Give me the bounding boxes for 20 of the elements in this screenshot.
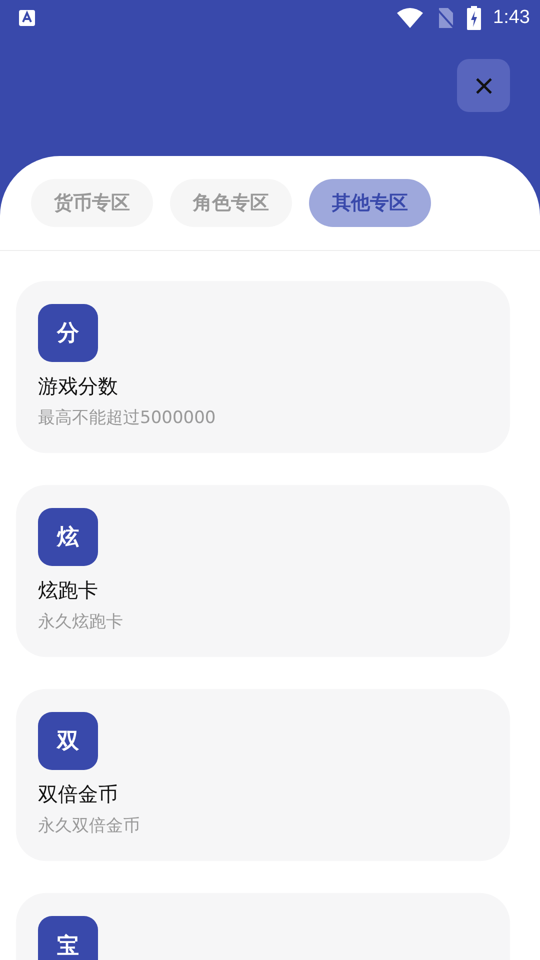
item-icon: 双 [38, 712, 98, 770]
item-icon: 分 [38, 304, 98, 362]
item-title: 双倍金币 [38, 781, 118, 808]
item-icon: 炫 [38, 508, 98, 566]
item-card[interactable]: 宝 [16, 893, 510, 960]
item-card[interactable]: 分 游戏分数 最高不能超过5000000 [16, 281, 510, 453]
item-description: 永久炫跑卡 [38, 611, 123, 633]
close-icon [476, 78, 492, 94]
item-description: 最高不能超过5000000 [38, 407, 216, 429]
item-card[interactable]: 双 双倍金币 永久双倍金币 [16, 689, 510, 861]
close-button[interactable] [457, 59, 510, 112]
item-description: 永久双倍金币 [38, 815, 140, 837]
item-card[interactable]: 炫 炫跑卡 永久炫跑卡 [16, 485, 510, 657]
wifi-icon [397, 8, 424, 28]
battery-icon [467, 6, 482, 30]
item-title: 游戏分数 [38, 373, 118, 400]
notification-icon [18, 9, 36, 27]
clock-time: 1:43 [493, 7, 530, 29]
item-title: 炫跑卡 [38, 577, 98, 604]
item-icon: 宝 [38, 916, 98, 960]
